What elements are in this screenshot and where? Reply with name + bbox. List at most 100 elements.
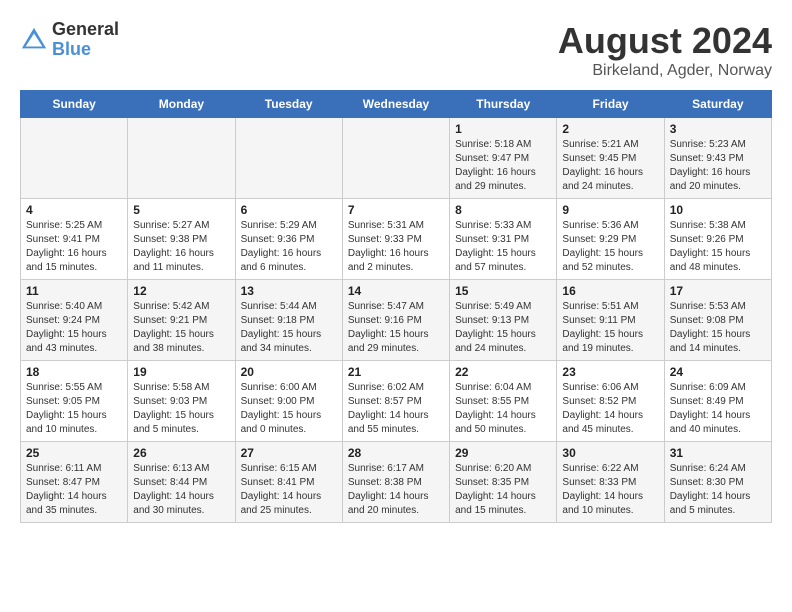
day-number: 29 [455,446,551,460]
day-number: 1 [455,122,551,136]
day-info: Sunrise: 5:42 AMSunset: 9:21 PMDaylight:… [133,300,229,356]
day-info: Sunrise: 6:22 AMSunset: 8:33 PMDaylight:… [562,462,658,518]
calendar-cell: 31 Sunrise: 6:24 AMSunset: 8:30 PMDayligh… [664,442,771,523]
day-info: Sunrise: 6:11 AMSunset: 8:47 PMDaylight:… [26,462,122,518]
day-number: 23 [562,365,658,379]
header-day-thursday: Thursday [450,91,557,118]
week-row-1: 1 Sunrise: 5:18 AMSunset: 9:47 PMDaylight… [21,118,772,199]
calendar-cell: 17 Sunrise: 5:53 AMSunset: 9:08 PMDayligh… [664,280,771,361]
day-info: Sunrise: 6:17 AMSunset: 8:38 PMDaylight:… [348,462,444,518]
day-info: Sunrise: 5:55 AMSunset: 9:05 PMDaylight:… [26,381,122,437]
calendar-cell: 28 Sunrise: 6:17 AMSunset: 8:38 PMDayligh… [342,442,449,523]
day-info: Sunrise: 5:47 AMSunset: 9:16 PMDaylight:… [348,300,444,356]
day-number: 11 [26,284,122,298]
calendar-subtitle: Birkeland, Agder, Norway [558,62,772,80]
day-info: Sunrise: 6:02 AMSunset: 8:57 PMDaylight:… [348,381,444,437]
calendar-title: August 2024 [558,20,772,62]
day-info: Sunrise: 6:20 AMSunset: 8:35 PMDaylight:… [455,462,551,518]
day-info: Sunrise: 6:04 AMSunset: 8:55 PMDaylight:… [455,381,551,437]
day-number: 14 [348,284,444,298]
calendar-table: SundayMondayTuesdayWednesdayThursdayFrid… [20,90,772,523]
day-info: Sunrise: 5:40 AMSunset: 9:24 PMDaylight:… [26,300,122,356]
day-number: 17 [670,284,766,298]
calendar-cell: 8 Sunrise: 5:33 AMSunset: 9:31 PMDaylight… [450,199,557,280]
calendar-cell: 9 Sunrise: 5:36 AMSunset: 9:29 PMDaylight… [557,199,664,280]
calendar-cell: 5Sunrise: 5:27 AMSunset: 9:38 PMDaylight… [128,199,235,280]
calendar-cell: 29 Sunrise: 6:20 AMSunset: 8:35 PMDayligh… [450,442,557,523]
day-info: Sunrise: 6:09 AMSunset: 8:49 PMDaylight:… [670,381,766,437]
logo-icon [20,26,48,54]
day-number: 15 [455,284,551,298]
header-day-friday: Friday [557,91,664,118]
calendar-cell: 3 Sunrise: 5:23 AMSunset: 9:43 PMDaylight… [664,118,771,199]
day-info: Sunrise: 5:44 AMSunset: 9:18 PMDaylight:… [241,300,337,356]
calendar-cell: 11 Sunrise: 5:40 AMSunset: 9:24 PMDayligh… [21,280,128,361]
day-number: 24 [670,365,766,379]
calendar-cell: 7 Sunrise: 5:31 AMSunset: 9:33 PMDaylight… [342,199,449,280]
day-number: 13 [241,284,337,298]
day-number: 7 [348,203,444,217]
calendar-cell: 6Sunrise: 5:29 AMSunset: 9:36 PMDaylight… [235,199,342,280]
day-info: Sunrise: 5:18 AMSunset: 9:47 PMDaylight:… [455,138,551,194]
header-day-tuesday: Tuesday [235,91,342,118]
day-info: Sunrise: 5:31 AMSunset: 9:33 PMDaylight:… [348,219,444,275]
day-number: 4 [26,203,122,217]
calendar-cell [21,118,128,199]
day-number: 20 [241,365,337,379]
calendar-cell: 18 Sunrise: 5:55 AMSunset: 9:05 PMDayligh… [21,361,128,442]
calendar-cell: 16 Sunrise: 5:51 AMSunset: 9:11 PMDayligh… [557,280,664,361]
day-number: 8 [455,203,551,217]
day-info: Sunrise: 5:29 AMSunset: 9:36 PMDaylight:… [241,219,337,275]
day-info: Sunrise: 5:27 AMSunset: 9:38 PMDaylight:… [133,219,229,275]
day-info: Sunrise: 5:51 AMSunset: 9:11 PMDaylight:… [562,300,658,356]
calendar-cell: 15 Sunrise: 5:49 AMSunset: 9:13 PMDayligh… [450,280,557,361]
day-info: Sunrise: 5:49 AMSunset: 9:13 PMDaylight:… [455,300,551,356]
calendar-header: SundayMondayTuesdayWednesdayThursdayFrid… [21,91,772,118]
day-info: Sunrise: 5:23 AMSunset: 9:43 PMDaylight:… [670,138,766,194]
logo-line1: General [52,20,119,40]
day-number: 31 [670,446,766,460]
day-info: Sunrise: 6:06 AMSunset: 8:52 PMDaylight:… [562,381,658,437]
calendar-cell: 12Sunrise: 5:42 AMSunset: 9:21 PMDayligh… [128,280,235,361]
day-number: 9 [562,203,658,217]
week-row-3: 11 Sunrise: 5:40 AMSunset: 9:24 PMDayligh… [21,280,772,361]
page-header: General Blue August 2024 Birkeland, Agde… [20,20,772,80]
day-number: 21 [348,365,444,379]
header-day-monday: Monday [128,91,235,118]
calendar-cell: 22 Sunrise: 6:04 AMSunset: 8:55 PMDayligh… [450,361,557,442]
calendar-cell: 4 Sunrise: 5:25 AMSunset: 9:41 PMDaylight… [21,199,128,280]
title-block: August 2024 Birkeland, Agder, Norway [558,20,772,80]
day-info: Sunrise: 6:00 AMSunset: 9:00 PMDaylight:… [241,381,337,437]
calendar-cell: 30Sunrise: 6:22 AMSunset: 8:33 PMDayligh… [557,442,664,523]
day-info: Sunrise: 5:25 AMSunset: 9:41 PMDaylight:… [26,219,122,275]
day-number: 3 [670,122,766,136]
logo-line2: Blue [52,40,119,60]
day-number: 19 [133,365,229,379]
day-number: 28 [348,446,444,460]
calendar-cell: 14 Sunrise: 5:47 AMSunset: 9:16 PMDayligh… [342,280,449,361]
calendar-cell [128,118,235,199]
calendar-cell: 26Sunrise: 6:13 AMSunset: 8:44 PMDayligh… [128,442,235,523]
day-info: Sunrise: 6:24 AMSunset: 8:30 PMDaylight:… [670,462,766,518]
day-number: 16 [562,284,658,298]
logo: General Blue [20,20,119,60]
day-info: Sunrise: 5:33 AMSunset: 9:31 PMDaylight:… [455,219,551,275]
day-info: Sunrise: 6:15 AMSunset: 8:41 PMDaylight:… [241,462,337,518]
calendar-cell: 19 Sunrise: 5:58 AMSunset: 9:03 PMDayligh… [128,361,235,442]
header-day-wednesday: Wednesday [342,91,449,118]
day-number: 27 [241,446,337,460]
calendar-cell: 25Sunrise: 6:11 AMSunset: 8:47 PMDayligh… [21,442,128,523]
day-info: Sunrise: 5:36 AMSunset: 9:29 PMDaylight:… [562,219,658,275]
day-info: Sunrise: 5:58 AMSunset: 9:03 PMDaylight:… [133,381,229,437]
calendar-cell: 24 Sunrise: 6:09 AMSunset: 8:49 PMDayligh… [664,361,771,442]
day-number: 18 [26,365,122,379]
calendar-cell [235,118,342,199]
day-info: Sunrise: 5:38 AMSunset: 9:26 PMDaylight:… [670,219,766,275]
logo-text: General Blue [52,20,119,60]
day-number: 22 [455,365,551,379]
days-of-week-row: SundayMondayTuesdayWednesdayThursdayFrid… [21,91,772,118]
day-info: Sunrise: 5:21 AMSunset: 9:45 PMDaylight:… [562,138,658,194]
day-info: Sunrise: 5:53 AMSunset: 9:08 PMDaylight:… [670,300,766,356]
calendar-cell [342,118,449,199]
day-number: 2 [562,122,658,136]
